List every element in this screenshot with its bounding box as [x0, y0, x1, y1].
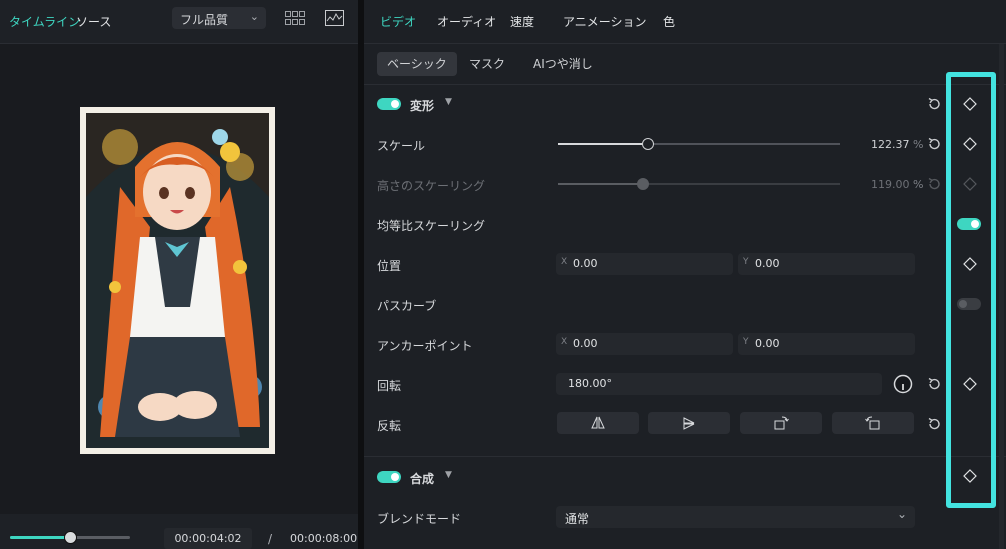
height-scale-label: 高さのスケーリング	[377, 179, 486, 193]
reset-icon	[928, 177, 940, 190]
flip-horizontal-icon	[591, 416, 605, 429]
rotation-label: 回転	[377, 379, 402, 393]
position-label: 位置	[377, 259, 402, 273]
rotation-dial-icon[interactable]	[893, 374, 913, 394]
flip-vertical-button[interactable]	[648, 412, 730, 434]
scrubber-handle[interactable]	[64, 531, 77, 544]
playback-scrubber[interactable]	[10, 531, 130, 544]
caret-down-icon[interactable]: ▼	[445, 97, 452, 107]
height-scale-value: 119.00 %	[871, 178, 924, 191]
caret-down-icon[interactable]: ▼	[445, 470, 452, 480]
scrubber-progress	[10, 536, 70, 539]
position-x-input[interactable]: X 0.00	[556, 253, 733, 275]
tab-source[interactable]: ソース	[76, 13, 111, 30]
tab-speed[interactable]: 速度	[510, 13, 534, 30]
divider	[364, 84, 1006, 85]
tab-color[interactable]: 色	[663, 13, 675, 30]
position-y-input[interactable]: Y 0.00	[738, 253, 915, 275]
video-frame-image	[80, 107, 275, 454]
subtab-basic[interactable]: ベーシック	[377, 52, 457, 76]
scale-value[interactable]: 122.37 %	[871, 138, 923, 151]
reset-icon[interactable]	[927, 137, 941, 151]
reset-icon[interactable]	[927, 97, 941, 111]
rotate-counterclockwise-button[interactable]	[832, 412, 914, 434]
reset-icon[interactable]	[927, 377, 941, 391]
chevron-down-icon: ⌄	[249, 10, 259, 23]
path-curve-label: パスカーブ	[377, 299, 437, 313]
height-scale-slider[interactable]	[558, 178, 840, 190]
tab-timeline[interactable]: タイムライン	[9, 13, 80, 30]
transform-toggle[interactable]	[377, 98, 401, 110]
anchor-y-input[interactable]: Y 0.00	[738, 333, 915, 355]
composite-title: 合成	[410, 472, 435, 486]
subtab-ai-matte[interactable]: AIつや消し	[533, 52, 593, 76]
rotation-input[interactable]: 180.00°	[556, 373, 882, 395]
reset-icon[interactable]	[927, 417, 941, 431]
rotate-counterclockwise-icon	[865, 416, 880, 430]
anchor-point-label: アンカーポイント	[377, 339, 473, 353]
scale-slider[interactable]	[558, 138, 840, 150]
composite-toggle[interactable]	[377, 471, 401, 483]
tab-video[interactable]: ビデオ	[380, 13, 416, 30]
chevron-down-icon: ⌄	[896, 507, 907, 521]
current-time[interactable]: 00:00:04:02	[164, 528, 252, 549]
time-separator: /	[268, 532, 273, 546]
blend-mode-value: 通常	[565, 512, 590, 526]
total-time: 00:00:08:00	[290, 532, 358, 545]
transform-title: 変形	[410, 99, 435, 113]
vertical-scrollbar[interactable]	[999, 44, 1004, 549]
tab-audio[interactable]: オーディオ	[437, 13, 496, 30]
rotate-clockwise-icon	[774, 416, 789, 430]
blend-mode-dropdown[interactable]: 通常 ⌄	[556, 506, 915, 528]
flip-label: 反転	[377, 419, 402, 433]
divider	[364, 456, 1006, 457]
rotate-clockwise-button[interactable]	[740, 412, 822, 434]
subtab-mask[interactable]: マスク	[469, 52, 505, 76]
keyframe-column-highlight	[946, 72, 996, 508]
anchor-x-input[interactable]: X 0.00	[556, 333, 733, 355]
blend-mode-label: ブレンドモード	[377, 512, 462, 526]
scale-label: スケール	[377, 139, 426, 153]
height-scale-slider-handle[interactable]	[636, 178, 649, 190]
uniform-scaling-label: 均等比スケーリング	[377, 219, 486, 233]
grid-view-icon[interactable]	[285, 11, 305, 25]
quality-dropdown[interactable]: フル品質 ⌄	[172, 7, 266, 29]
tab-animation[interactable]: アニメーション	[563, 13, 647, 30]
quality-value: フル品質	[180, 13, 229, 27]
waveform-icon[interactable]	[325, 10, 344, 26]
flip-horizontal-button[interactable]	[557, 412, 639, 434]
flip-vertical-icon	[683, 417, 695, 430]
